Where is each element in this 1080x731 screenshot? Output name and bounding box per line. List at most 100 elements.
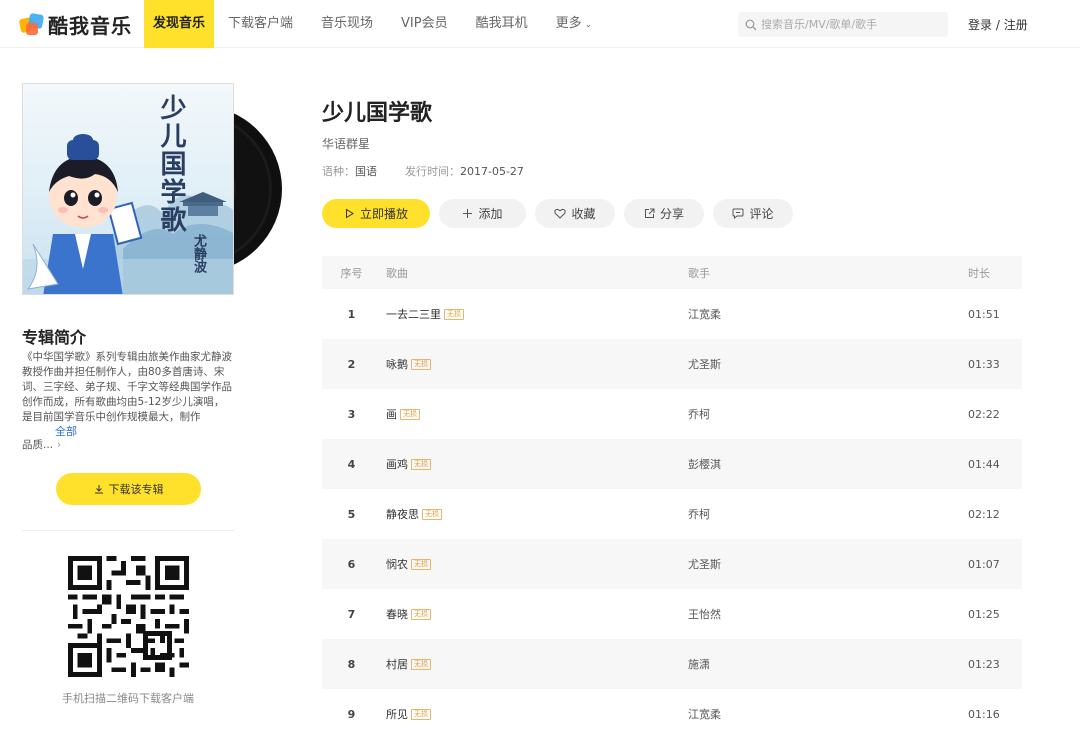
track-artist-link[interactable]: 王怡然: [688, 606, 968, 622]
table-row[interactable]: 8 村居 无损 施潇 01:23: [322, 639, 1022, 689]
track-artist-link[interactable]: 江宽柔: [688, 706, 968, 722]
add-label: 添加: [478, 207, 503, 221]
nav-vip[interactable]: VIP会员: [387, 0, 462, 48]
album-intro-text: 《中华国学歌》系列专辑由旅美作曲家尤静波教授作曲并担任制作人，由80多首唐诗、宋…: [22, 351, 232, 423]
lossless-badge: 无损: [422, 508, 442, 520]
nav-live[interactable]: 音乐现场: [307, 0, 387, 48]
heart-icon: [554, 208, 567, 219]
track-song-link[interactable]: 画: [386, 406, 397, 422]
table-row[interactable]: 2 咏鹅 无损 尤圣斯 01:33: [322, 339, 1022, 389]
table-row[interactable]: 6 悯农 无损 尤圣斯 01:07: [322, 539, 1022, 589]
search-box[interactable]: [738, 12, 948, 37]
search-input[interactable]: [761, 18, 941, 31]
track-number: 3: [347, 407, 356, 421]
download-album-button[interactable]: 下载该专辑: [56, 473, 201, 505]
cover-title-art: 少儿国学歌: [156, 94, 186, 234]
track-number: 7: [347, 607, 356, 621]
favorite-button[interactable]: 收藏: [535, 199, 615, 228]
comment-button[interactable]: 评论: [713, 199, 793, 228]
header-artist: 歌手: [688, 266, 710, 280]
release-date: 2017-05-27: [460, 165, 524, 178]
album-meta: 语种：国语 发行时间：2017-05-27: [322, 163, 524, 179]
album-artist[interactable]: 华语群星: [322, 135, 370, 152]
track-song-link[interactable]: 所见: [386, 706, 408, 722]
table-row[interactable]: 5 静夜思 无损 乔柯 02:12: [322, 489, 1022, 539]
table-row[interactable]: 7 春晓 无损 王怡然 01:25: [322, 589, 1022, 639]
comment-label: 评论: [749, 207, 774, 221]
track-song-link[interactable]: 画鸡: [386, 456, 408, 472]
auth-separator: /: [992, 18, 1004, 32]
register-link[interactable]: 注册: [1004, 18, 1028, 32]
nav-earphones[interactable]: 酷我耳机: [462, 0, 542, 48]
track-duration: 01:16: [968, 707, 1000, 721]
track-artist-link[interactable]: 施潇: [688, 656, 968, 672]
language-label: 语种：: [322, 165, 355, 178]
intro-tail-text: 品质...: [22, 439, 54, 451]
table-row[interactable]: 1 一去二三里 无损 江宽柔 01:51: [322, 289, 1022, 339]
track-song-link[interactable]: 村居: [386, 656, 408, 672]
release-label: 发行时间：: [405, 165, 460, 178]
track-artist-link[interactable]: 乔柯: [688, 506, 968, 522]
share-label: 分享: [659, 207, 684, 221]
nav-download-client[interactable]: 下载客户端: [214, 0, 307, 48]
cover-author-art: 尤静波: [191, 234, 206, 273]
track-artist-link[interactable]: 乔柯: [688, 406, 968, 422]
search-icon: [745, 19, 757, 30]
track-artist-link[interactable]: 尤圣斯: [688, 356, 968, 372]
header-song: 歌曲: [386, 266, 408, 280]
brand-logo[interactable]: 酷我音乐: [18, 9, 132, 39]
track-number: 9: [347, 707, 356, 721]
play-all-button[interactable]: 立即播放: [322, 199, 430, 228]
track-number: 2: [347, 357, 356, 371]
download-album-label: 下载该专辑: [108, 483, 164, 496]
track-song-cell: 所见 无损: [381, 706, 688, 722]
lossless-badge: 无损: [411, 658, 431, 670]
auth-links: 登录 / 注册: [968, 16, 1028, 33]
qr-code-icon: [68, 556, 189, 677]
download-icon: [94, 485, 103, 494]
login-link[interactable]: 登录: [968, 18, 992, 32]
album-cover[interactable]: 少儿国学歌 尤静波: [22, 83, 234, 295]
lossless-badge: 无损: [411, 558, 431, 570]
track-duration: 01:51: [968, 307, 1000, 321]
album-actions: 立即播放 添加 收藏 分享 评论: [322, 199, 802, 228]
top-header: 酷我音乐 发现音乐 下载客户端 音乐现场 VIP会员 酷我耳机 更多⌄ 登录 /…: [0, 0, 1080, 48]
track-duration: 02:22: [968, 407, 1000, 421]
comment-icon: [732, 208, 744, 219]
table-row[interactable]: 4 画鸡 无损 彭樱淇 01:44: [322, 439, 1022, 489]
nav-more[interactable]: 更多 ⌄: [542, 0, 607, 48]
lossless-badge: 无损: [411, 708, 431, 720]
intro-text-tail[interactable]: 品质... ›: [22, 437, 61, 452]
nav-more-label: 更多: [555, 16, 582, 31]
favorite-label: 收藏: [571, 207, 596, 221]
table-row[interactable]: 3 画无损 乔柯 02:22: [322, 389, 1022, 439]
track-number: 1: [347, 307, 356, 321]
share-button[interactable]: 分享: [624, 199, 704, 228]
track-song-link[interactable]: 悯农: [386, 556, 408, 572]
track-duration: 01:07: [968, 557, 1000, 571]
track-artist-link[interactable]: 江宽柔: [688, 306, 968, 322]
logo-icon: [18, 12, 45, 36]
lossless-badge: 无损: [400, 408, 420, 420]
track-artist-link[interactable]: 彭樱淇: [688, 456, 968, 472]
track-song-cell: 村居 无损: [381, 656, 688, 672]
chevron-down-icon: ⌄: [584, 20, 593, 30]
track-duration: 01:23: [968, 657, 1000, 671]
qr-caption: 手机扫描二维码下载客户端: [62, 692, 194, 705]
nav-discover[interactable]: 发现音乐: [144, 0, 214, 48]
album-intro-heading: 专辑简介: [22, 328, 87, 347]
track-song-link[interactable]: 春晓: [386, 606, 408, 622]
track-song-link[interactable]: 一去二三里: [386, 306, 441, 322]
add-button[interactable]: 添加: [439, 199, 526, 228]
track-artist-link[interactable]: 尤圣斯: [688, 556, 968, 572]
track-number: 6: [347, 557, 356, 571]
track-duration: 01:33: [968, 357, 1000, 371]
track-song-link[interactable]: 静夜思: [386, 506, 419, 522]
table-row[interactable]: 9 所见 无损 江宽柔 01:16: [322, 689, 1022, 731]
lossless-badge: 无损: [411, 608, 431, 620]
play-icon: [345, 208, 354, 219]
chevron-right-icon: ›: [57, 439, 62, 451]
share-icon: [644, 208, 655, 218]
sidebar-divider: [22, 530, 234, 531]
track-song-link[interactable]: 咏鹅: [386, 356, 408, 372]
